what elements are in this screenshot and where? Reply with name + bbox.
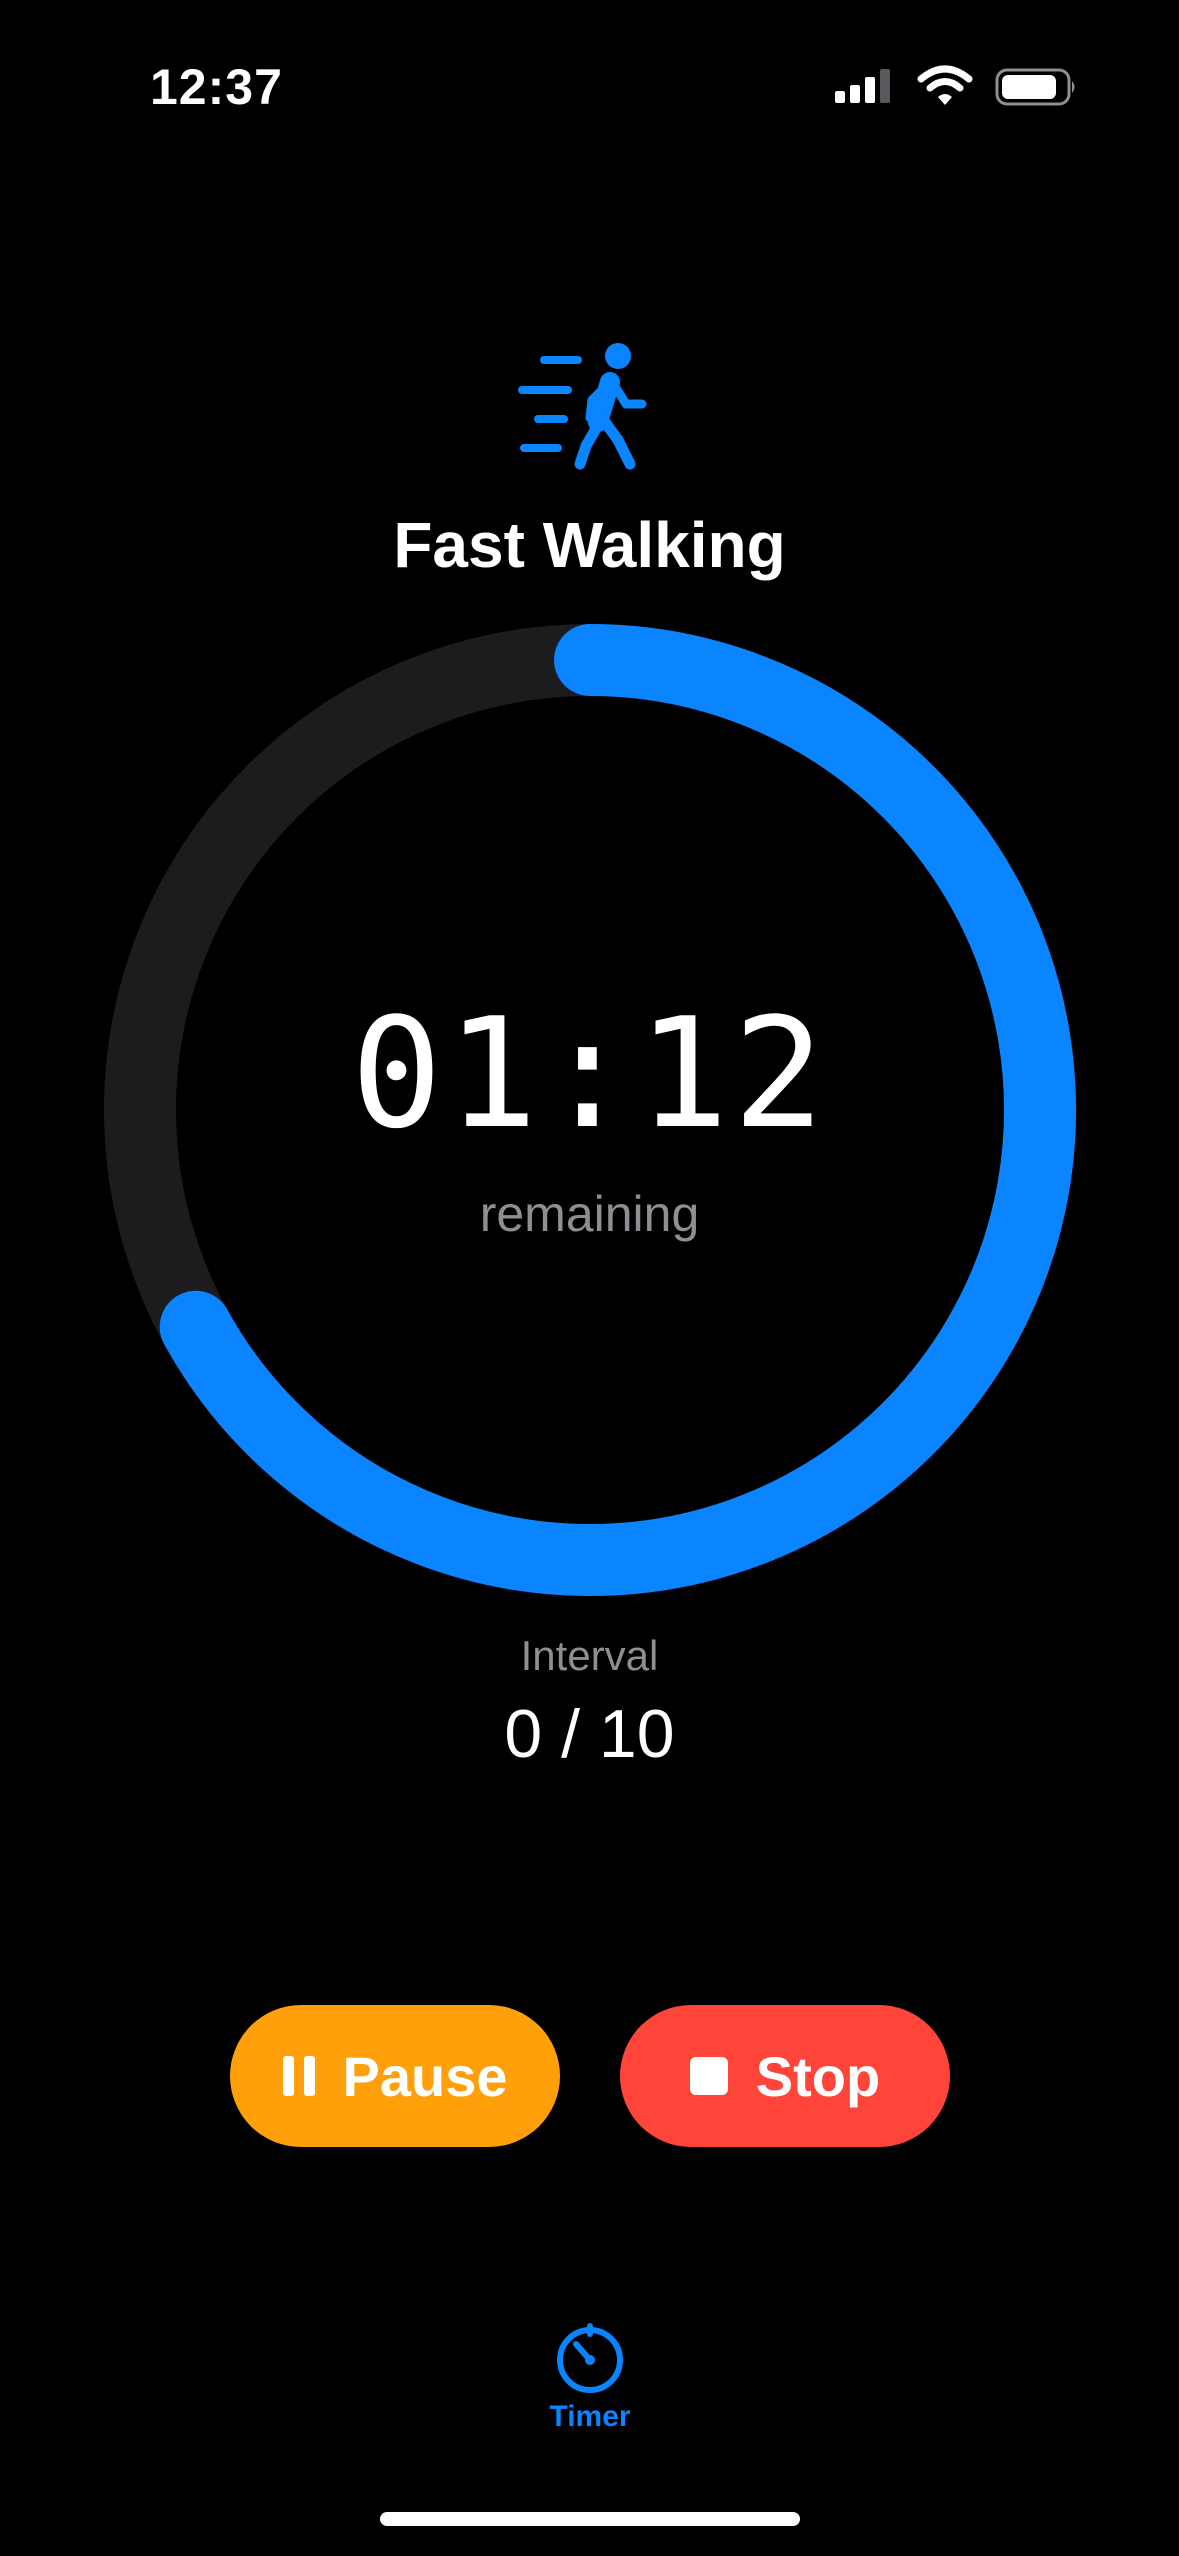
tab-timer[interactable]: Timer: [530, 2320, 650, 2460]
stop-icon: [689, 2057, 728, 2095]
interval-value: 0 / 10: [504, 1696, 675, 1772]
pause-button-label: Pause: [342, 2044, 508, 2108]
stop-button[interactable]: Stop: [620, 2005, 950, 2147]
pause-icon: [282, 2056, 315, 2096]
tab-bar: Timer: [0, 2310, 1179, 2460]
pause-button[interactable]: Pause: [230, 2005, 560, 2147]
stop-button-label: Stop: [755, 2044, 881, 2108]
time-remaining: 01:12: [350, 985, 829, 1162]
home-indicator: [380, 2512, 800, 2526]
remaining-label: remaining: [479, 1186, 700, 1242]
progress-ring: [104, 624, 1077, 1596]
timer-icon: [557, 2323, 623, 2393]
interval-label: Interval: [520, 1632, 659, 1679]
tab-timer-label: Timer: [549, 2400, 631, 2433]
